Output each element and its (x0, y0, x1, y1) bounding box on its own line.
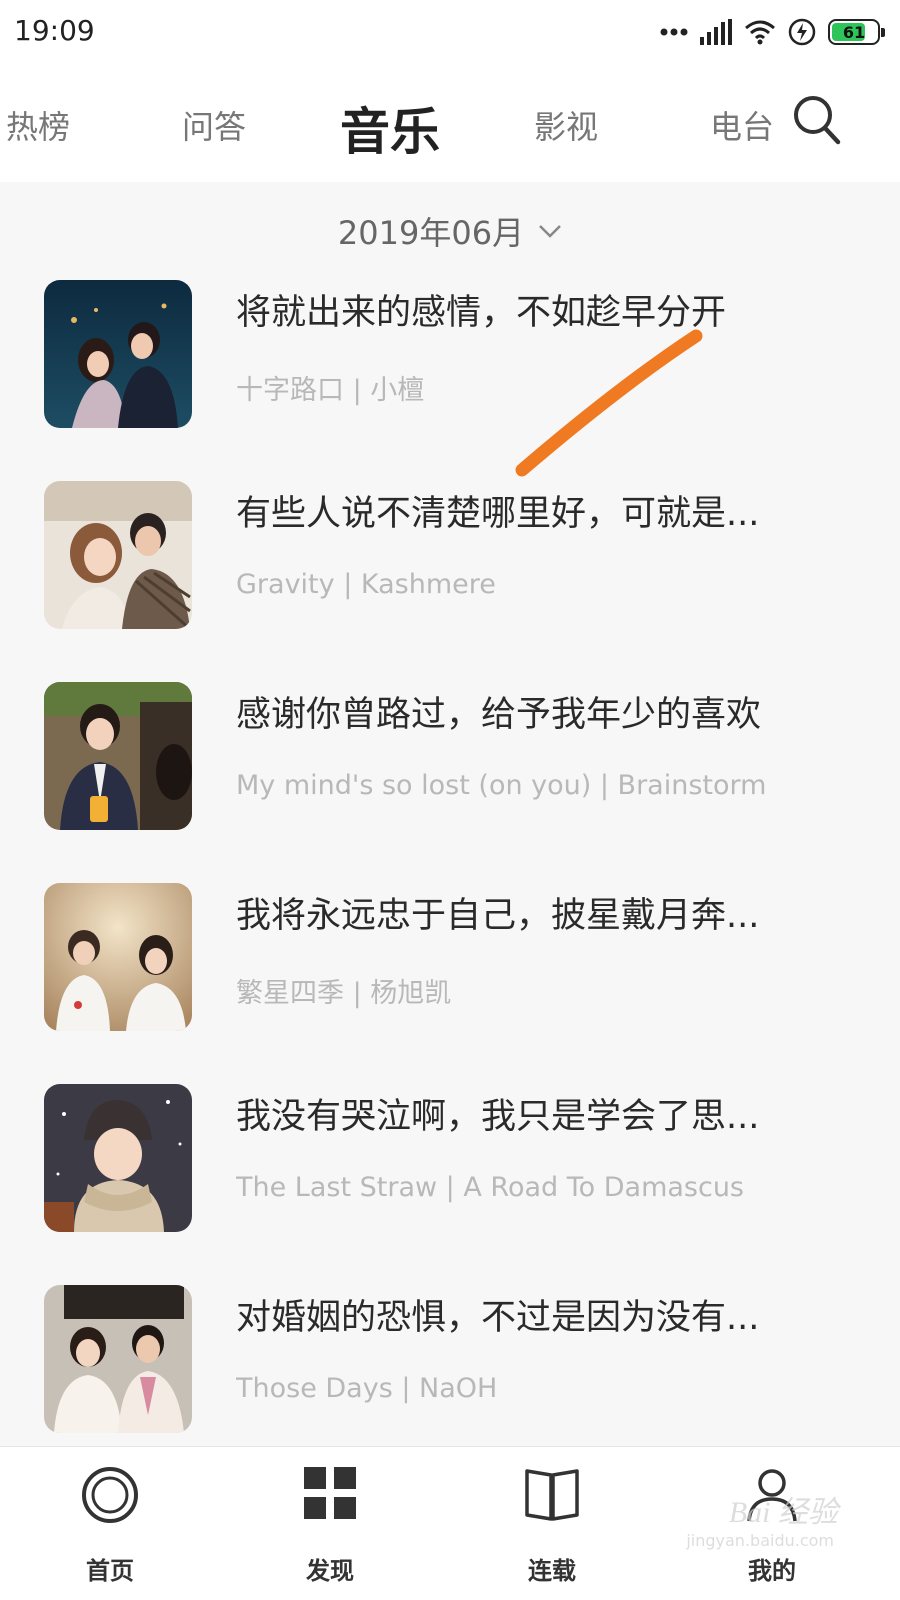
tab-qa[interactable]: 问答 (182, 102, 246, 148)
list-item[interactable]: 有些人说不清楚哪里好，可就是... Gravity | Kashmere (0, 481, 900, 631)
cover-image (44, 883, 192, 1031)
cover-image (44, 481, 192, 629)
tab-radio[interactable]: 电台 (710, 102, 774, 148)
signal-icon (700, 19, 732, 45)
month-label: 2019年06月 (337, 214, 525, 252)
chevron-down-icon (539, 225, 561, 238)
charging-icon (788, 18, 816, 46)
watermark-logo: Bai 经验 (728, 1496, 838, 1529)
nav-serial-label: 连载 (528, 1557, 576, 1585)
item-song-info: Gravity | Kashmere (236, 569, 496, 600)
book-icon (525, 1469, 579, 1521)
nav-discover[interactable]: 发现 (250, 1447, 410, 1600)
item-title: 感谢你曾路过，给予我年少的喜欢 (236, 695, 762, 735)
nav-discover-label: 发现 (306, 1557, 354, 1585)
wifi-icon (745, 20, 775, 45)
status-time: 19:09 (14, 14, 95, 47)
item-song-info: My mind's so lost (on you) | Brainstorm (236, 770, 767, 801)
nav-mine-label: 我的 (748, 1557, 796, 1585)
bottom-nav-bar: 首页 发现 连载 我的 Bai 经验 jingyan.baidu.com (0, 1446, 900, 1600)
list-item[interactable]: 将就出来的感情，不如趁早分开 十字路口 | 小檀 (0, 280, 900, 430)
list-item[interactable]: 我没有哭泣啊，我只是学会了思... The Last Straw | A Roa… (0, 1084, 900, 1234)
nav-serial[interactable]: 连载 (472, 1447, 632, 1600)
watermark-url: jingyan.baidu.com (686, 1531, 834, 1550)
item-song-info: 十字路口 | 小檀 (236, 375, 425, 406)
battery-icon: 61 (828, 19, 885, 45)
item-title: 将就出来的感情，不如趁早分开 (236, 293, 727, 333)
list-item[interactable]: 我将永远忠于自己，披星戴月奔... 繁星四季 | 杨旭凯 (0, 883, 900, 1033)
search-button[interactable] (792, 94, 842, 150)
list-item[interactable]: 对婚姻的恐惧，不过是因为没有... Those Days | NaOH (0, 1285, 900, 1435)
status-bar: 19:09 61 (0, 0, 900, 64)
nav-home[interactable]: 首页 (30, 1447, 190, 1600)
dots-icon (660, 28, 688, 36)
list-item[interactable]: 感谢你曾路过，给予我年少的喜欢 My mind's so lost (on yo… (0, 682, 900, 832)
tab-hot-list[interactable]: 热榜 (6, 102, 70, 148)
search-icon (794, 96, 841, 145)
cover-image (44, 280, 192, 428)
home-circle-icon (82, 1467, 138, 1523)
month-selector[interactable]: 2019年06月 (0, 206, 900, 256)
grid-icon (304, 1467, 356, 1519)
nav-home-label: 首页 (86, 1557, 134, 1585)
item-song-info: Those Days | NaOH (236, 1373, 498, 1404)
tab-film[interactable]: 影视 (534, 102, 598, 148)
cover-image (44, 682, 192, 830)
item-song-info: The Last Straw | A Road To Damascus (236, 1172, 745, 1203)
item-title: 对婚姻的恐惧，不过是因为没有... (236, 1298, 760, 1338)
item-title: 我没有哭泣啊，我只是学会了思... (236, 1097, 760, 1137)
item-song-info: 繁星四季 | 杨旭凯 (236, 978, 452, 1009)
cover-image (44, 1285, 192, 1433)
top-tab-bar: 热榜 问答 音乐 影视 电台 (0, 64, 900, 182)
battery-level: 61 (842, 22, 866, 42)
cover-image (44, 1084, 192, 1232)
item-title: 有些人说不清楚哪里好，可就是... (236, 494, 760, 534)
item-title: 我将永远忠于自己，披星戴月奔... (236, 896, 760, 936)
tab-music[interactable]: 音乐 (340, 92, 440, 164)
status-icons: 61 (660, 16, 885, 48)
